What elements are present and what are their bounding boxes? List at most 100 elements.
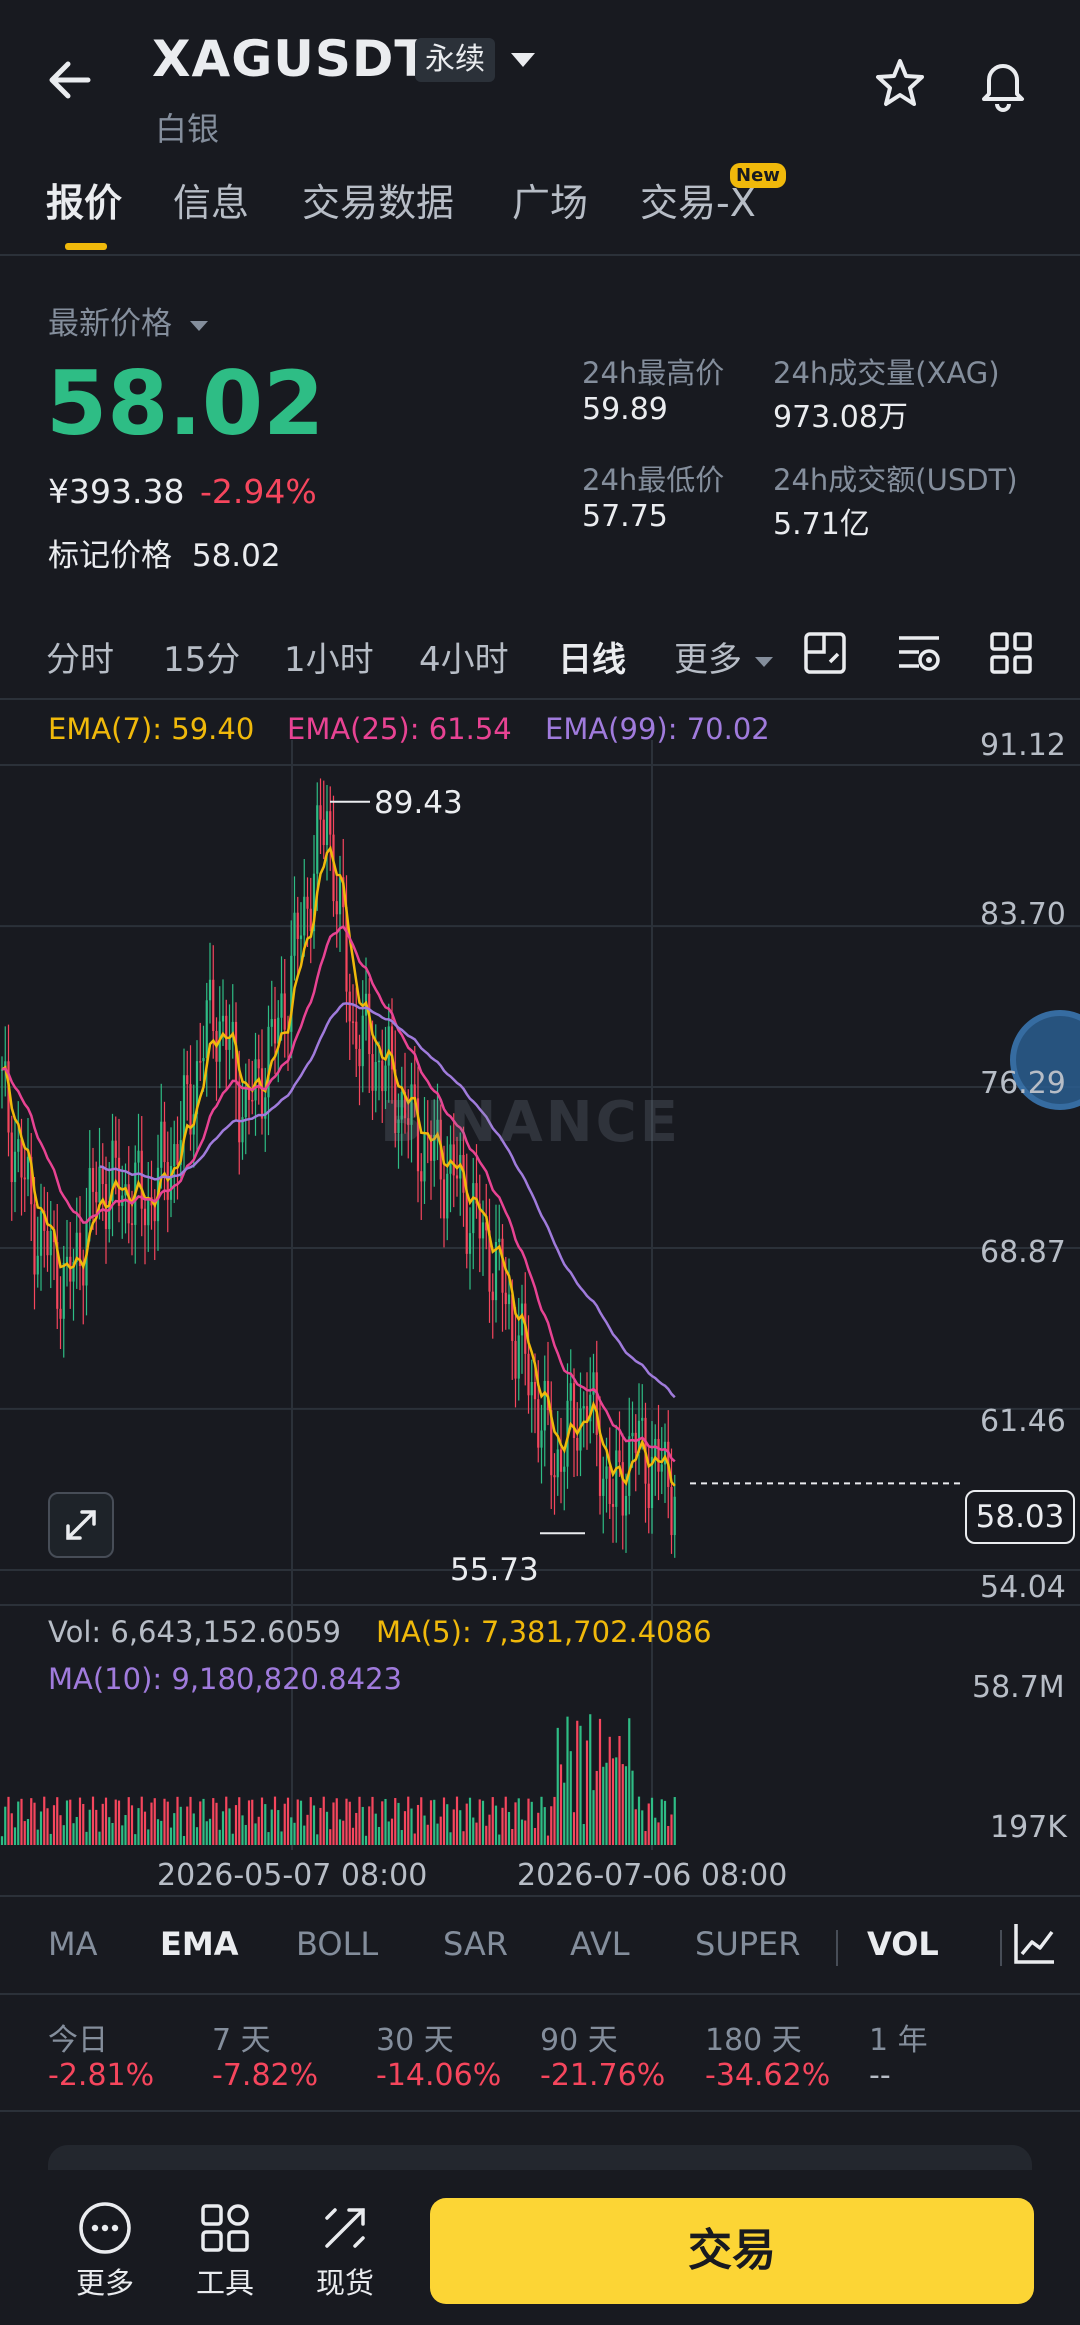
expand-chart-button[interactable] <box>48 1492 114 1558</box>
candle-body <box>49 1230 52 1256</box>
candle-body <box>491 1291 494 1301</box>
volume-bar <box>485 1825 488 1845</box>
arrow-left-icon <box>49 61 91 99</box>
volume-bar <box>88 1809 91 1845</box>
tab-quote[interactable]: 报价 <box>46 172 122 227</box>
volume-bar <box>234 1805 238 1845</box>
volume-bar <box>277 1810 280 1845</box>
tools-grid-icon <box>201 2204 249 2252</box>
tab-square[interactable]: 广场 <box>512 172 588 227</box>
volume-bar <box>114 1799 117 1845</box>
candle-body <box>455 1175 459 1179</box>
favorite-star-icon[interactable] <box>872 55 928 115</box>
volume-bar <box>329 1829 332 1845</box>
indicator-boll[interactable]: BOLL <box>296 1925 378 1963</box>
trade-button[interactable]: 交易 <box>430 2198 1034 2304</box>
interval-4h[interactable]: 4小时 <box>419 632 509 681</box>
mark-price-label: 标记价格 <box>48 538 172 574</box>
perf-90d-label: 90 天 <box>540 2023 618 2058</box>
indicator-super[interactable]: SUPER <box>695 1925 800 1963</box>
candle-body <box>351 1021 355 1023</box>
volume-bar <box>221 1811 225 1845</box>
volume-bar <box>95 1809 98 1845</box>
indicator-avl[interactable]: AVL <box>570 1925 630 1963</box>
tab-info[interactable]: 信息 <box>173 172 249 227</box>
volume-legend: Vol: 6,643,152.6059 <box>48 1615 341 1649</box>
candle-body <box>101 1166 104 1185</box>
layout-grid-icon[interactable] <box>988 630 1034 680</box>
chart-type-icon[interactable] <box>1012 1920 1058 1970</box>
volume-bar <box>501 1807 504 1845</box>
interval-1h[interactable]: 1小时 <box>284 632 374 681</box>
volume-bar <box>199 1801 202 1845</box>
indicator-sar[interactable]: SAR <box>443 1925 508 1963</box>
volume-bar <box>62 1825 65 1845</box>
volume-bar <box>472 1817 475 1845</box>
volume-bar <box>127 1797 130 1845</box>
chart-settings-icon[interactable] <box>802 630 848 680</box>
indicator-ma[interactable]: MA <box>48 1925 98 1963</box>
candle-body <box>182 1075 186 1141</box>
interval-15m[interactable]: 15分 <box>163 632 240 681</box>
indicator-vol[interactable]: VOL <box>867 1925 939 1963</box>
interval-1d[interactable]: 日线 <box>558 632 626 681</box>
perf-180d-label: 180 天 <box>705 2023 802 2058</box>
volume-bar <box>101 1803 104 1845</box>
volume-bar <box>459 1810 462 1845</box>
symbol-title[interactable]: XAGUSDT <box>152 30 430 88</box>
symbol-dropdown-icon[interactable] <box>508 45 538 79</box>
volume-bar <box>579 1725 582 1845</box>
volume-bar <box>436 1823 439 1845</box>
candle-body <box>316 805 319 874</box>
perf-7d-label: 7 天 <box>212 2023 271 2058</box>
candle-body <box>33 1204 36 1275</box>
candle-body <box>280 993 283 1018</box>
volume-bar <box>124 1815 127 1845</box>
interval-more[interactable]: 更多 <box>674 632 775 681</box>
indicator-separator-2 <box>1000 1930 1002 1966</box>
candle-body <box>319 805 322 820</box>
candle-body <box>299 935 303 939</box>
volume-bar <box>416 1804 420 1845</box>
candle-body <box>10 1132 13 1183</box>
volume-bar <box>176 1796 179 1845</box>
latest-price-label[interactable]: 最新价格 <box>48 298 210 343</box>
candle-body <box>140 1150 143 1209</box>
volume-bar <box>530 1801 533 1845</box>
candle-body <box>127 1184 130 1224</box>
volume-bar <box>208 1818 212 1845</box>
candle-body <box>605 1466 608 1479</box>
candle-body <box>371 1054 374 1091</box>
candle-body <box>442 1179 446 1219</box>
candle-body <box>621 1462 624 1516</box>
perf-1y-value: -- <box>869 2058 891 2093</box>
volume-bar <box>7 1796 10 1845</box>
candle-body <box>618 1450 621 1463</box>
candle-body <box>208 979 212 1001</box>
candle-body <box>361 1015 364 1067</box>
candle-body <box>296 912 299 939</box>
volume-bar <box>394 1798 397 1845</box>
alert-bell-icon[interactable] <box>975 54 1031 116</box>
volume-bar <box>342 1820 345 1845</box>
swap-arrows-icon <box>325 2208 365 2248</box>
y-tick-1: 83.70 <box>980 897 1066 932</box>
volume-bar <box>218 1829 221 1845</box>
volume-bar <box>166 1801 169 1845</box>
volume-bar <box>403 1811 407 1845</box>
indicator-settings-icon[interactable] <box>895 630 943 680</box>
volume-bar <box>290 1817 293 1845</box>
volume-bar <box>670 1814 673 1845</box>
more-dots-icon <box>79 2202 131 2254</box>
back-button[interactable] <box>40 50 100 110</box>
indicators-divider <box>0 1993 1080 1995</box>
kline-chart[interactable] <box>0 740 1080 1870</box>
indicator-ema[interactable]: EMA <box>160 1925 238 1963</box>
volume-bar <box>296 1799 299 1845</box>
volume-bar <box>325 1811 329 1845</box>
candle-body <box>468 1233 472 1254</box>
interval-line[interactable]: 分时 <box>46 632 114 681</box>
tab-trading-data[interactable]: 交易数据 <box>302 172 454 227</box>
volume-bar <box>36 1829 39 1845</box>
volume-bar <box>355 1812 358 1845</box>
